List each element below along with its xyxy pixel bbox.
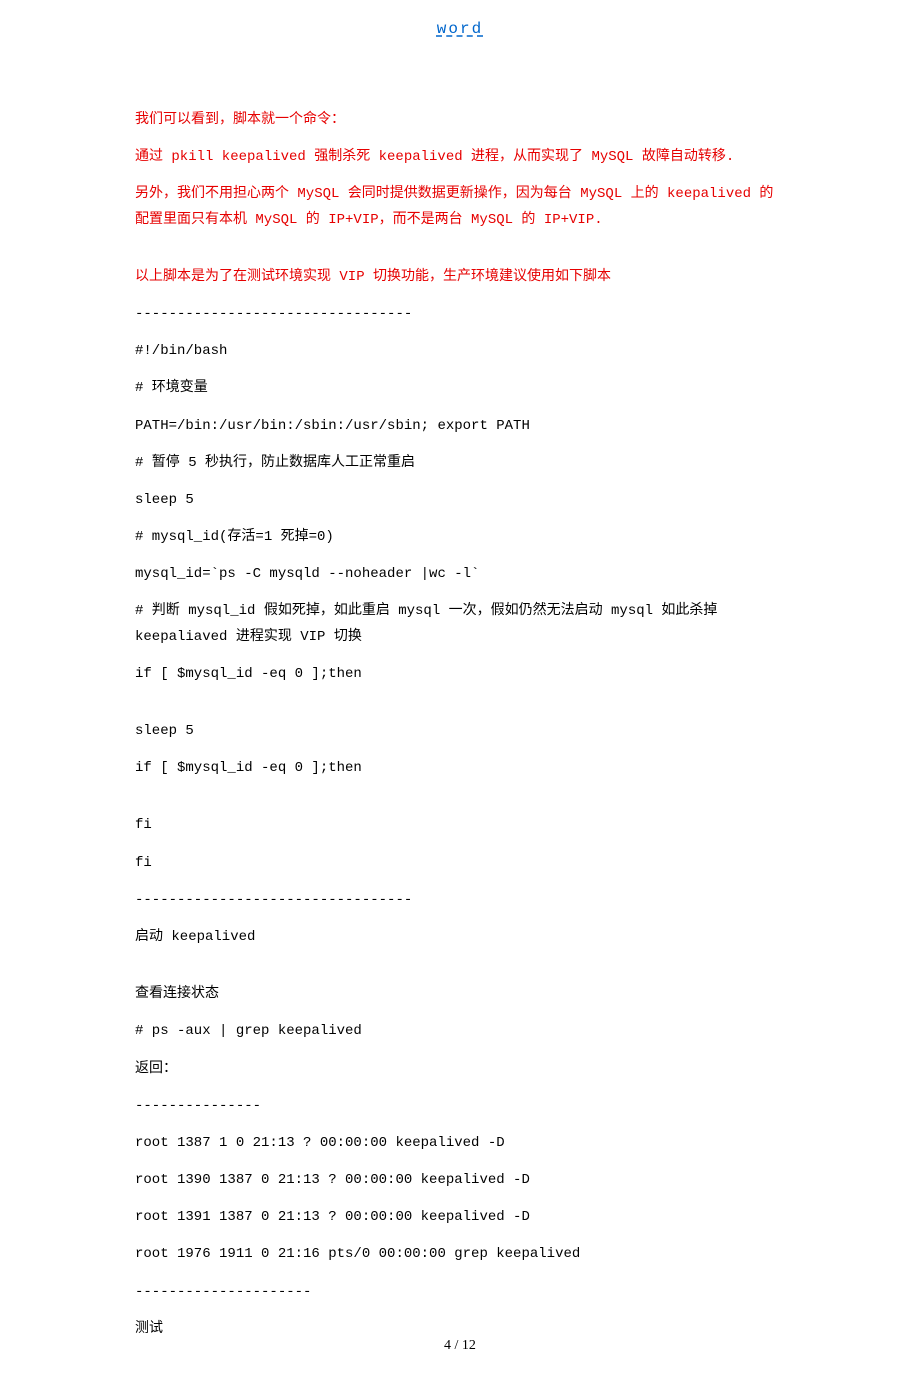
code-line: mysql_id=`ps -C mysqld --noheader |wc -l… [135, 562, 785, 587]
code-line: # 暂停 5 秒执行，防止数据库人工正常重启 [135, 451, 785, 476]
output-line: root 1387 1 0 21:13 ? 00:00:00 keepalive… [135, 1131, 785, 1156]
code-line: #!/bin/bash [135, 339, 785, 364]
header-word: word [135, 20, 785, 38]
code-line: # ps -aux | grep keepalived [135, 1019, 785, 1044]
page: word 我们可以看到，脚本就一个命令： 通过 pkill keepalived… [0, 0, 920, 1374]
code-line: # mysql_id(存活=1 死掉=0) [135, 525, 785, 550]
text-line: 我们可以看到，脚本就一个命令： [135, 108, 785, 133]
code-line: sleep 5 [135, 488, 785, 513]
output-line: root 1976 1911 0 21:16 pts/0 00:00:00 gr… [135, 1242, 785, 1267]
separator: --------------------------------- [135, 888, 785, 913]
separator: --------------- [135, 1094, 785, 1119]
code-line: sleep 5 [135, 719, 785, 744]
separator: --------------------- [135, 1280, 785, 1305]
text-line: 启动 keepalived [135, 925, 785, 950]
text-line: 返回： [135, 1057, 785, 1082]
code-line: fi [135, 813, 785, 838]
output-line: root 1390 1387 0 21:13 ? 00:00:00 keepal… [135, 1168, 785, 1193]
document-body: 我们可以看到，脚本就一个命令： 通过 pkill keepalived 强制杀死… [135, 108, 785, 1342]
text-line: 以上脚本是为了在测试环境实现 VIP 切换功能，生产环境建议使用如下脚本 [135, 265, 785, 290]
text-line: 通过 pkill keepalived 强制杀死 keepalived 进程，从… [135, 145, 785, 170]
page-number: 4 / 12 [0, 1338, 920, 1354]
separator: --------------------------------- [135, 302, 785, 327]
code-line: if [ $mysql_id -eq 0 ];then [135, 662, 785, 687]
code-line: PATH=/bin:/usr/bin:/sbin:/usr/sbin; expo… [135, 414, 785, 439]
text-line: 另外，我们不用担心两个 MySQL 会同时提供数据更新操作，因为每台 MySQL… [135, 182, 785, 232]
text-line: 查看连接状态 [135, 982, 785, 1007]
code-line: # 判断 mysql_id 假如死掉，如此重启 mysql 一次，假如仍然无法启… [135, 599, 785, 649]
code-line: # 环境变量 [135, 376, 785, 401]
output-line: root 1391 1387 0 21:13 ? 00:00:00 keepal… [135, 1205, 785, 1230]
code-line: fi [135, 851, 785, 876]
code-line: if [ $mysql_id -eq 0 ];then [135, 756, 785, 781]
